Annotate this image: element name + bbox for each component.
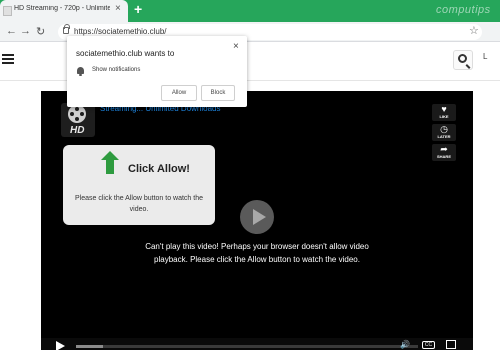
up-arrow-stem bbox=[106, 160, 114, 174]
share-label: SHARE bbox=[436, 154, 451, 159]
favicon-icon bbox=[3, 6, 12, 16]
browser-tab[interactable]: HD Streaming - 720p - Unlimite × bbox=[0, 0, 128, 22]
click-allow-heading: Click Allow! bbox=[128, 163, 190, 175]
share-button[interactable]: ➦ SHARE bbox=[432, 144, 456, 161]
lock-icon[interactable] bbox=[63, 24, 70, 34]
search-icon bbox=[458, 54, 467, 63]
tab-title: HD Streaming - 720p - Unlimite bbox=[14, 5, 110, 12]
tab-close-button[interactable]: × bbox=[115, 3, 121, 14]
progress-fill bbox=[76, 345, 103, 348]
back-button[interactable]: ← bbox=[6, 25, 17, 37]
reload-button[interactable]: ↻ bbox=[36, 25, 45, 38]
play-icon bbox=[253, 209, 266, 225]
block-button[interactable]: Block bbox=[201, 85, 235, 101]
share-icon: ➦ bbox=[440, 144, 448, 154]
up-arrow-icon bbox=[101, 151, 119, 160]
captions-button[interactable]: CC bbox=[422, 341, 435, 349]
permission-prompt-title: sociatemethio.club wants to bbox=[76, 49, 175, 58]
heart-icon: ♥ bbox=[441, 104, 447, 114]
url-text: https://sociatemethio.club/ bbox=[74, 27, 167, 36]
bell-icon bbox=[77, 67, 84, 76]
forward-button[interactable]: → bbox=[20, 25, 31, 37]
watch-later-button[interactable]: ◷ LATER bbox=[432, 124, 456, 141]
fullscreen-icon[interactable] bbox=[446, 340, 456, 349]
hd-logo-text: HD bbox=[70, 125, 85, 136]
like-button[interactable]: ♥ LIKE bbox=[432, 104, 456, 121]
clock-icon: ◷ bbox=[440, 124, 448, 134]
watermark: computips bbox=[436, 4, 491, 16]
popup-close-button[interactable]: × bbox=[233, 41, 239, 52]
volume-icon[interactable]: 🔊 bbox=[400, 340, 410, 349]
bookmark-star-icon[interactable]: ☆ bbox=[469, 24, 479, 37]
menu-icon[interactable] bbox=[2, 54, 14, 64]
header-link[interactable]: L bbox=[483, 52, 487, 61]
new-tab-button[interactable]: + bbox=[134, 1, 142, 17]
click-allow-message: Please click the Allow button to watch t… bbox=[74, 195, 204, 213]
hd-logo: HD bbox=[61, 103, 95, 137]
playback-error-message: Can't play this video! Perhaps your brow… bbox=[145, 242, 369, 264]
permission-text: Show notifications bbox=[92, 67, 141, 73]
film-reel-icon bbox=[68, 105, 86, 123]
search-button[interactable] bbox=[453, 50, 473, 70]
later-label: LATER bbox=[437, 134, 451, 139]
like-label: LIKE bbox=[439, 114, 449, 119]
progress-bar[interactable] bbox=[76, 345, 418, 348]
allow-button[interactable]: Allow bbox=[161, 85, 197, 101]
